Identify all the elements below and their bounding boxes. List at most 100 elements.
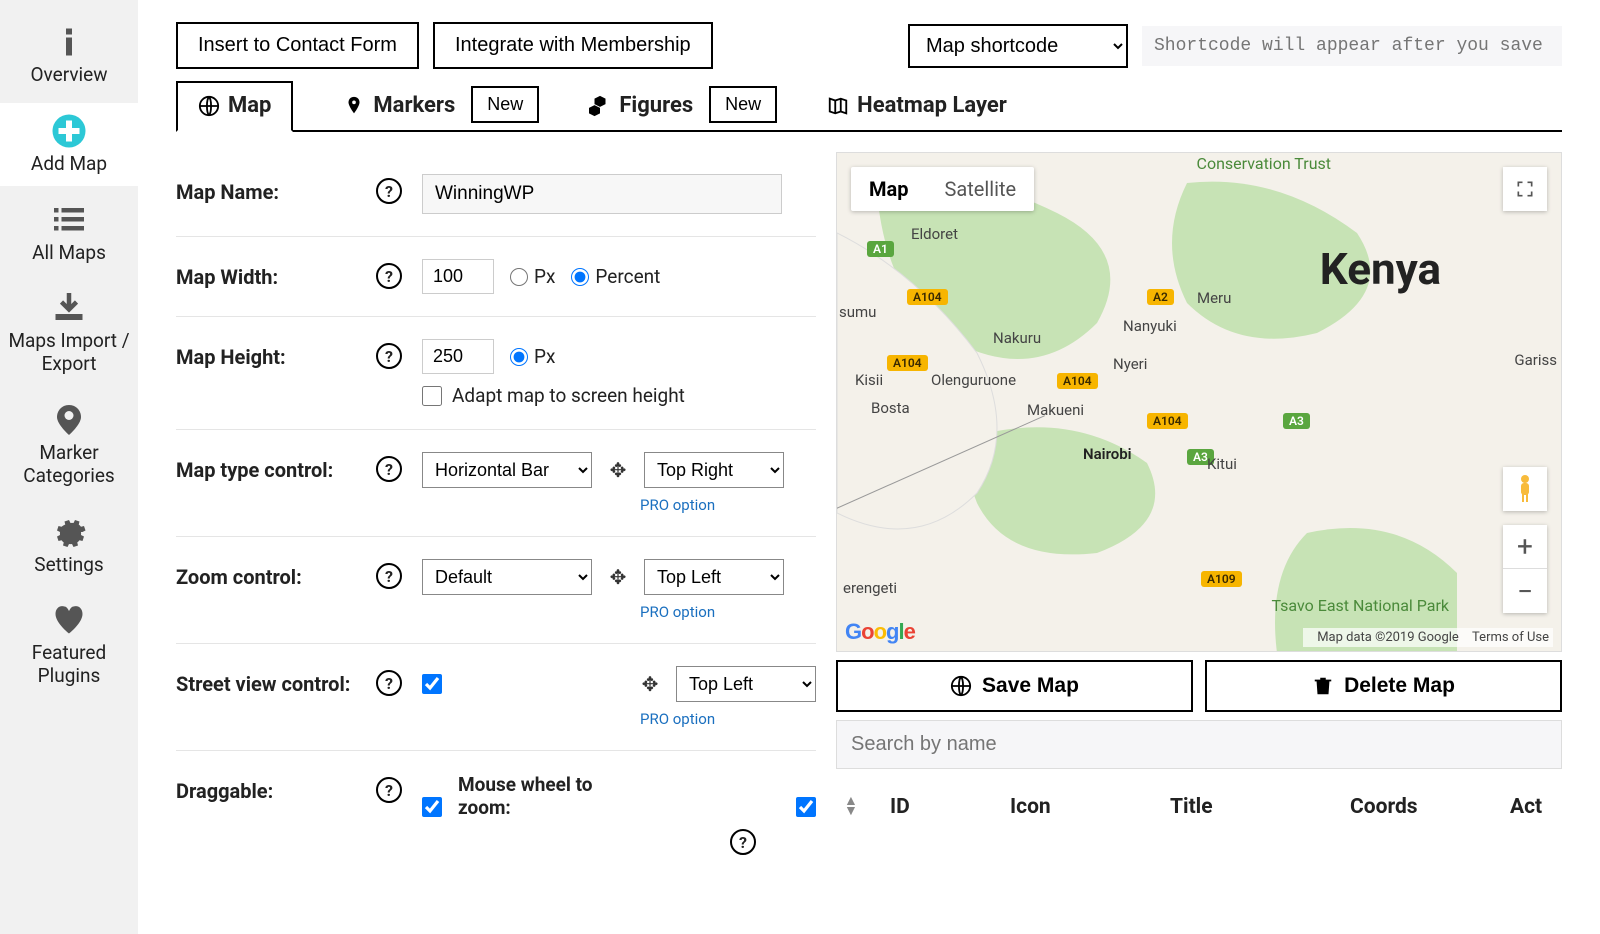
road-badge: A104 [907, 289, 948, 305]
tab-heatmap[interactable]: Heatmap Layer [807, 83, 1027, 130]
sidebar-item-all-maps[interactable]: All Maps [0, 192, 138, 275]
move-icon[interactable]: ✥ [608, 460, 628, 480]
width-px-radio[interactable]: Px [510, 265, 555, 288]
sidebar-item-featured-plugins[interactable]: Featured Plugins [0, 592, 138, 698]
help-icon[interactable]: ? [376, 263, 402, 289]
map-name-input[interactable] [422, 174, 782, 214]
map-preview-column: A1 A104 A2 A104 A104 A104 A3 A3 A109 Eld… [836, 152, 1562, 924]
sidebar-item-add-map[interactable]: Add Map [0, 103, 138, 186]
th-title[interactable]: Title [1170, 795, 1320, 819]
save-map-button[interactable]: Save Map [836, 660, 1193, 712]
form-column: Map Name: ? Map Width: ? Px Percent [176, 152, 816, 924]
sidebar-item-label: All Maps [32, 242, 106, 265]
map-height-input[interactable] [422, 339, 494, 374]
help-icon[interactable]: ? [376, 343, 402, 369]
city-label: Kisii [855, 371, 883, 389]
fullscreen-icon [1515, 179, 1535, 199]
th-icon[interactable]: Icon [1010, 795, 1140, 819]
info-icon [51, 24, 87, 60]
tab-markers[interactable]: Markers [323, 83, 475, 130]
map-preview[interactable]: A1 A104 A2 A104 A104 A104 A3 A3 A109 Eld… [836, 152, 1562, 652]
draggable-label: Draggable: [176, 773, 376, 803]
marker-icon [51, 402, 87, 438]
sidebar-item-import-export[interactable]: Maps Import / Export [0, 280, 138, 386]
zoom-in-button[interactable]: + [1503, 525, 1547, 569]
road-badge: A104 [887, 355, 928, 371]
map-type-satellite-button[interactable]: Satellite [926, 167, 1034, 211]
tab-figures[interactable]: Figures [569, 83, 713, 130]
height-px-radio[interactable]: Px [510, 345, 555, 368]
type-control-select[interactable]: Horizontal Bar [422, 452, 592, 488]
main-panel: Insert to Contact Form Integrate with Me… [138, 0, 1600, 934]
road-badge: A2 [1147, 289, 1174, 305]
wheel-zoom-checkbox[interactable] [796, 797, 816, 817]
map-width-label: Map Width: [176, 259, 376, 289]
sidebar-item-overview[interactable]: Overview [0, 14, 138, 97]
city-label: Gariss [1514, 351, 1557, 369]
sort-toggle-icon[interactable]: ▲▼ [844, 797, 860, 817]
fullscreen-button[interactable] [1503, 167, 1547, 211]
road-badge: A109 [1201, 571, 1242, 587]
move-icon[interactable]: ✥ [608, 567, 628, 587]
delete-map-button[interactable]: Delete Map [1205, 660, 1562, 712]
map-fold-icon [827, 95, 849, 117]
marker-search-input[interactable] [836, 720, 1562, 769]
row-map-width: Map Width: ? Px Percent [176, 237, 816, 317]
draggable-checkbox[interactable] [422, 797, 442, 817]
help-icon[interactable]: ? [730, 829, 756, 855]
wheel-zoom-label: Mouse wheel to zoom: [458, 773, 628, 819]
pro-option-text: PRO option [422, 710, 816, 728]
pin-icon [343, 95, 365, 117]
row-zoom-control: Zoom control: ? Default ✥ Top Left PRO o… [176, 537, 816, 644]
figures-new-button[interactable]: New [709, 86, 777, 123]
th-act[interactable]: Act [1510, 795, 1542, 819]
row-map-name: Map Name: ? [176, 152, 816, 237]
help-icon[interactable]: ? [376, 670, 402, 696]
move-icon[interactable]: ✥ [640, 674, 660, 694]
pro-option-text: PRO option [422, 496, 816, 514]
pegman-icon [1513, 474, 1537, 504]
tab-label: Markers [373, 93, 455, 118]
road-badge: A1 [867, 241, 894, 257]
adapt-height-checkbox[interactable]: Adapt map to screen height [422, 384, 816, 407]
country-label: Kenya [1320, 243, 1441, 295]
row-draggable: Draggable: ? Mouse wheel to zoom: ? [176, 751, 816, 877]
insert-contact-form-button[interactable]: Insert to Contact Form [176, 22, 419, 69]
street-view-checkbox[interactable] [422, 674, 442, 694]
trash-icon [1312, 675, 1334, 697]
integrate-membership-button[interactable]: Integrate with Membership [433, 22, 713, 69]
street-view-position-select[interactable]: Top Left [676, 666, 816, 702]
th-coords[interactable]: Coords [1350, 795, 1480, 819]
city-label: Eldoret [911, 225, 958, 243]
pegman-button[interactable] [1503, 467, 1547, 511]
width-percent-radio[interactable]: Percent [571, 265, 660, 288]
sidebar-item-marker-categories[interactable]: Marker Categories [0, 392, 138, 498]
park-label: Tsavo East National Park [1272, 597, 1449, 615]
help-icon[interactable]: ? [376, 777, 402, 803]
help-icon[interactable]: ? [376, 178, 402, 204]
road-badge: A3 [1283, 413, 1310, 429]
map-height-label: Map Height: [176, 339, 376, 369]
markers-new-button[interactable]: New [471, 86, 539, 123]
sidebar: Overview Add Map All Maps Maps Import / … [0, 0, 138, 934]
tab-map[interactable]: Map [176, 81, 293, 132]
sidebar-item-settings[interactable]: Settings [0, 504, 138, 587]
zoom-control-position-select[interactable]: Top Left [644, 559, 784, 595]
map-type-map-button[interactable]: Map [851, 167, 926, 211]
zoom-control-select[interactable]: Default [422, 559, 592, 595]
th-id[interactable]: ID [890, 795, 980, 819]
sidebar-item-label: Add Map [31, 153, 107, 176]
road-badge: A104 [1147, 413, 1188, 429]
shortcode-select[interactable]: Map shortcode [908, 24, 1128, 68]
cubes-icon [589, 95, 611, 117]
help-icon[interactable]: ? [376, 563, 402, 589]
zoom-out-button[interactable]: − [1503, 569, 1547, 613]
tab-row: Map Markers New Figures New Heatmap Laye… [176, 79, 1562, 132]
zoom-control: + − [1503, 525, 1547, 613]
city-label: Kitui [1207, 455, 1237, 473]
type-control-position-select[interactable]: Top Right [644, 452, 784, 488]
help-icon[interactable]: ? [376, 456, 402, 482]
markers-table-header: ▲▼ ID Icon Title Coords Act [836, 777, 1562, 825]
map-width-input[interactable] [422, 259, 494, 294]
list-icon [51, 202, 87, 238]
